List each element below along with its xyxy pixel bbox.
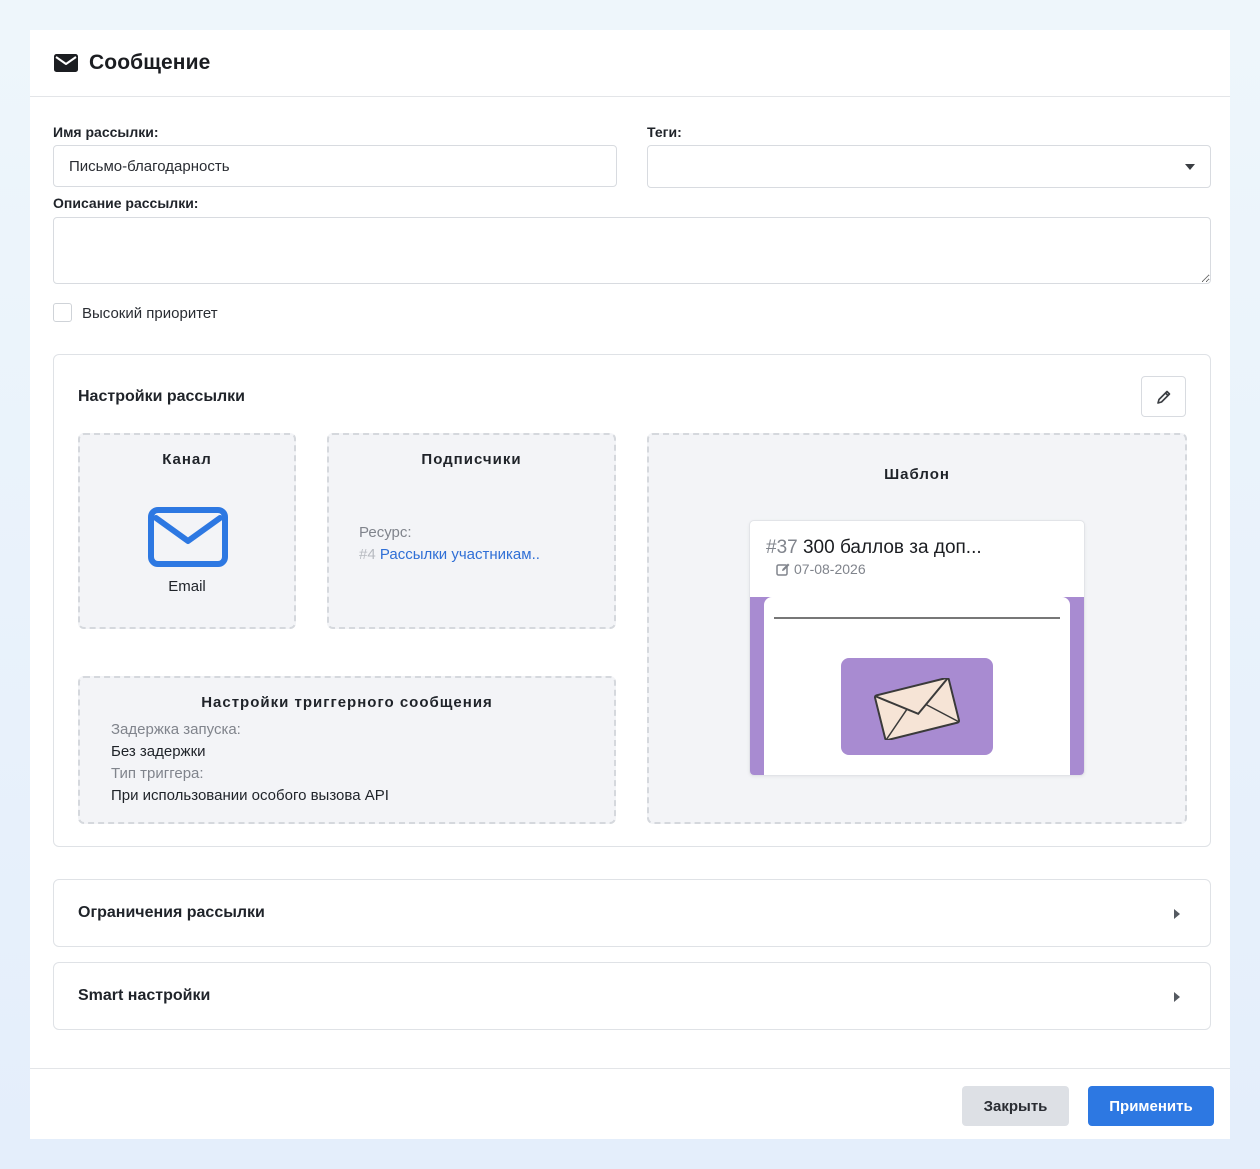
delay-label: Задержка запуска: xyxy=(111,721,241,738)
trigger-settings-title: Настройки триггерного сообщения xyxy=(201,694,493,711)
trigger-type-label: Тип триггера: xyxy=(111,765,204,782)
subscribers-title: Подписчики xyxy=(421,451,522,468)
mailing-description-textarea[interactable] xyxy=(53,217,1211,284)
chevron-right-icon xyxy=(1174,992,1180,1002)
resource-label: Ресурс: xyxy=(359,524,412,541)
delay-value: Без задержки xyxy=(111,743,206,760)
channel-card[interactable]: Канал Email xyxy=(78,433,296,629)
template-preview-image xyxy=(750,597,1084,775)
tags-label: Теги: xyxy=(647,124,682,140)
template-title: Шаблон xyxy=(884,466,950,483)
template-id: #37 xyxy=(766,537,798,558)
limits-section[interactable]: Ограничения рассылки xyxy=(53,879,1211,947)
mailing-name-input[interactable] xyxy=(53,145,617,187)
mailing-description-label: Описание рассылки: xyxy=(53,195,199,211)
trigger-settings-card: Настройки триггерного сообщения Задержка… xyxy=(78,676,616,824)
dialog-header: Сообщение xyxy=(30,30,1230,97)
chevron-down-icon xyxy=(1185,164,1195,170)
template-preview-card[interactable]: #37 300 баллов за доп... 07-08-2026 xyxy=(749,520,1085,776)
mailing-settings-panel: Настройки рассылки Канал Email Подписчик… xyxy=(53,354,1211,847)
high-priority-label: Высокий приоритет xyxy=(82,305,218,322)
resource-id: #4 xyxy=(359,546,376,563)
subscribers-card[interactable]: Подписчики Ресурс: #4 Рассылки участника… xyxy=(327,433,616,629)
edit-settings-button[interactable] xyxy=(1141,376,1186,417)
letter-icon xyxy=(873,678,961,740)
template-name: 300 баллов за доп... xyxy=(802,537,982,558)
trigger-type-value: При использовании особого вызова API xyxy=(111,787,389,804)
smart-settings-title: Smart настройки xyxy=(78,987,211,1004)
chevron-right-icon xyxy=(1174,909,1180,919)
template-date-row: 07-08-2026 xyxy=(776,561,866,577)
dialog-title: Сообщение xyxy=(89,51,211,74)
preview-tile xyxy=(841,658,993,755)
tags-select[interactable] xyxy=(647,145,1211,188)
resource-line: #4 Рассылки участникам.. xyxy=(359,546,540,563)
pencil-icon xyxy=(1156,390,1170,404)
mailing-settings-title: Настройки рассылки xyxy=(78,388,245,405)
smart-settings-section[interactable]: Smart настройки xyxy=(53,962,1211,1030)
channel-name: Email xyxy=(168,578,206,595)
limits-section-title: Ограничения рассылки xyxy=(78,904,265,921)
apply-button[interactable]: Применить xyxy=(1088,1086,1214,1126)
template-heading: #37 300 баллов за доп... xyxy=(766,537,982,559)
envelope-icon xyxy=(54,54,78,72)
message-dialog: Сообщение Имя рассылки: Теги: Описание р… xyxy=(30,30,1230,1139)
dialog-footer: Закрыть Применить xyxy=(30,1068,1230,1139)
preview-divider xyxy=(774,617,1060,619)
envelope-icon xyxy=(148,507,228,567)
edit-icon xyxy=(776,563,790,576)
template-date: 07-08-2026 xyxy=(794,561,866,577)
close-button[interactable]: Закрыть xyxy=(962,1086,1069,1126)
high-priority-checkbox[interactable] xyxy=(53,303,72,322)
channel-title: Канал xyxy=(162,451,212,468)
template-card[interactable]: Шаблон #37 300 баллов за доп... 07-08-20… xyxy=(647,433,1187,824)
resource-link[interactable]: Рассылки участникам.. xyxy=(380,546,540,563)
preview-sheet xyxy=(764,597,1070,775)
mailing-name-label: Имя рассылки: xyxy=(53,124,159,140)
